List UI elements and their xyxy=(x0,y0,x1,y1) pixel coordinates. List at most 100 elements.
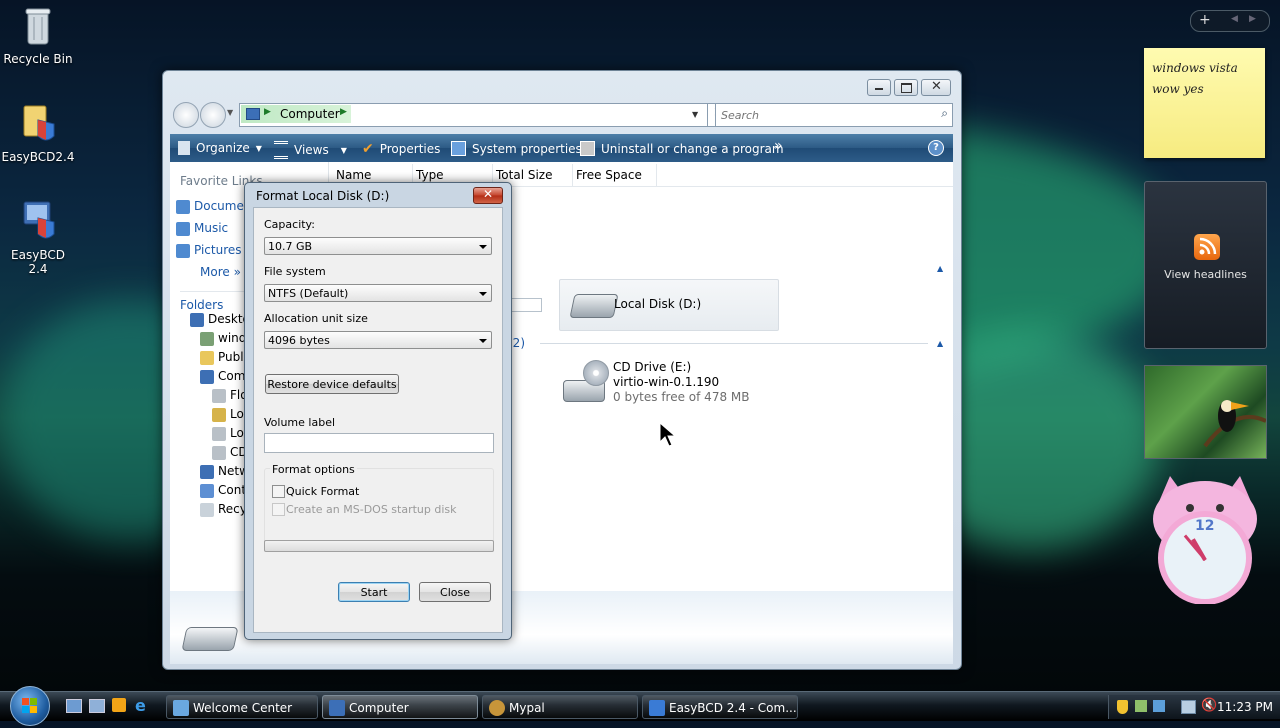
drive-tile-local-disk-d[interactable]: Local Disk (D:) xyxy=(559,279,779,331)
task-label: Mypal xyxy=(509,701,545,715)
help-icon[interactable]: ? xyxy=(928,140,944,156)
quick-format-label[interactable]: Quick Format xyxy=(286,485,359,498)
search-input[interactable] xyxy=(719,106,923,124)
restore-defaults-button[interactable]: Restore device defaults xyxy=(265,374,399,394)
address-dropdown-icon[interactable]: ▼ xyxy=(692,110,698,119)
breadcrumb-separator-icon[interactable]: ▶ xyxy=(340,107,347,117)
capacity-select[interactable]: 10.7 GB xyxy=(264,237,492,255)
volume-label-input[interactable] xyxy=(264,433,494,453)
system-properties-button[interactable]: System properties xyxy=(451,141,582,156)
file-system-select[interactable]: NTFS (Default) xyxy=(264,284,492,302)
dialog-close-button[interactable]: ✕ xyxy=(473,187,503,204)
clock[interactable]: 11:23 PM xyxy=(1217,700,1273,714)
clock-face: 12 xyxy=(1195,518,1215,534)
breadcrumb-separator-icon[interactable]: ▶ xyxy=(264,107,271,117)
desktop-icon-label: Recycle Bin xyxy=(3,52,73,66)
format-dialog[interactable]: Format Local Disk (D:) ✕ Capacity: 10.7 … xyxy=(244,182,512,640)
desktop-icon-recycle-bin[interactable]: Recycle Bin xyxy=(0,4,76,66)
address-bar[interactable]: ▶ Computer ▶ ▼ xyxy=(239,103,709,127)
task-easybcd[interactable]: EasyBCD 2.4 - Com... xyxy=(642,695,798,719)
recent-pages-chevron-icon[interactable]: ▼ xyxy=(227,108,233,117)
breadcrumb-computer[interactable]: Computer xyxy=(280,107,340,121)
view-headlines-label[interactable]: View headlines xyxy=(1145,268,1266,281)
easybcd-icon xyxy=(649,700,665,716)
network-tray-icon[interactable] xyxy=(1135,700,1147,712)
pictures-icon xyxy=(176,243,190,258)
maximize-button[interactable] xyxy=(894,79,918,96)
volume-muted-icon[interactable]: 🔇 xyxy=(1201,698,1217,713)
disc-icon xyxy=(583,360,609,386)
documents-icon xyxy=(176,199,190,214)
properties-button[interactable]: ✔ Properties xyxy=(362,141,440,157)
notes-gadget[interactable]: windows vista wow yes xyxy=(1144,48,1265,158)
drive-name: Local Disk (D:) xyxy=(614,297,702,311)
more-commands-button[interactable]: » xyxy=(774,138,783,154)
uninstall-icon xyxy=(580,141,595,156)
rss-feed-icon xyxy=(1194,234,1220,260)
media-player-icon[interactable] xyxy=(112,698,126,712)
task-computer[interactable]: Computer xyxy=(322,695,478,719)
windows-update-icon[interactable] xyxy=(1153,700,1165,712)
chevron-right-icon[interactable]: ▶ xyxy=(1249,14,1256,24)
computer-icon xyxy=(329,700,345,716)
start-button[interactable]: Start xyxy=(338,582,410,602)
organize-button[interactable]: Organize ▼ xyxy=(178,141,262,155)
control-panel-icon xyxy=(200,483,214,498)
drive-tile-cd-drive[interactable]: CD Drive (E:) virtio-win-0.1.190 0 bytes… xyxy=(559,358,799,406)
allocation-unit-value: 4096 bytes xyxy=(268,334,330,347)
taskbar: e Welcome Center Computer Mypal EasyBCD … xyxy=(0,686,1280,726)
desktop-icon xyxy=(190,312,204,327)
switch-windows-icon[interactable] xyxy=(89,699,105,713)
desktop-icon-label: EasyBCD 2.4 xyxy=(11,248,65,276)
volume-label-caption: Volume label xyxy=(264,416,336,429)
desktop-icon-easybcd[interactable]: EasyBCD2.4 xyxy=(0,102,76,164)
recycle-bin-icon xyxy=(16,4,60,48)
search-icon[interactable]: ⌕ xyxy=(941,106,948,121)
dialog-body: Capacity: 10.7 GB File system NTFS (Defa… xyxy=(253,207,503,633)
network-connection-icon[interactable] xyxy=(1181,700,1196,714)
system-drive-icon xyxy=(212,407,226,422)
desktop-icon-easybcd-shortcut[interactable]: EasyBCD 2.4 xyxy=(0,200,76,276)
chevron-left-icon[interactable]: ◀ xyxy=(1231,14,1238,24)
slideshow-gadget[interactable] xyxy=(1144,365,1267,459)
search-box[interactable]: ⌕ xyxy=(715,103,953,127)
task-welcome-center[interactable]: Welcome Center xyxy=(166,695,318,719)
group-divider xyxy=(540,343,928,344)
views-label: Views xyxy=(294,143,329,157)
minimize-button[interactable] xyxy=(867,79,891,96)
add-gadget-icon[interactable]: + xyxy=(1199,12,1211,28)
allocation-unit-select[interactable]: 4096 bytes xyxy=(264,331,492,349)
security-shield-icon[interactable] xyxy=(1117,700,1128,714)
notification-area: 🔇 11:23 PM xyxy=(1108,695,1280,719)
uninstall-program-button[interactable]: Uninstall or change a program xyxy=(580,141,784,156)
note-line: wow yes xyxy=(1152,82,1204,96)
start-button[interactable] xyxy=(10,686,50,726)
task-label: Computer xyxy=(349,701,409,715)
nav-link-more[interactable]: More » xyxy=(200,265,241,279)
music-icon xyxy=(176,221,190,236)
easybcd-icon xyxy=(16,200,60,244)
views-button[interactable]: Views ▼ xyxy=(274,141,347,159)
close-button[interactable]: Close xyxy=(419,582,491,602)
collapse-group-icon[interactable]: ▲ xyxy=(937,339,943,348)
clock-gadget[interactable]: 12 xyxy=(1146,474,1264,605)
recycle-bin-icon xyxy=(200,502,214,517)
internet-explorer-icon[interactable]: e xyxy=(135,696,146,715)
organize-label: Organize xyxy=(196,141,250,155)
task-mypal[interactable]: Mypal xyxy=(482,695,638,719)
msdos-startup-checkbox[interactable] xyxy=(272,503,285,516)
column-header-free-space[interactable]: Free Space xyxy=(576,164,657,186)
show-desktop-icon[interactable] xyxy=(66,699,82,713)
tree-item-cd[interactable]: CD xyxy=(212,445,248,460)
feed-headlines-gadget[interactable]: View headlines xyxy=(1144,181,1267,349)
forward-button[interactable] xyxy=(200,102,226,128)
back-button[interactable] xyxy=(173,102,199,128)
quick-format-checkbox[interactable] xyxy=(272,485,285,498)
collapse-group-icon[interactable]: ▲ xyxy=(937,264,943,273)
msdos-startup-label: Create an MS-DOS startup disk xyxy=(286,503,457,516)
sidebar-controls[interactable]: + ◀ ▶ xyxy=(1190,10,1270,32)
chevron-down-icon: ▼ xyxy=(255,143,262,153)
nav-link-music[interactable]: Music xyxy=(176,221,228,236)
close-window-button[interactable]: ✕ xyxy=(921,79,951,96)
nav-link-pictures[interactable]: Pictures xyxy=(176,243,242,258)
